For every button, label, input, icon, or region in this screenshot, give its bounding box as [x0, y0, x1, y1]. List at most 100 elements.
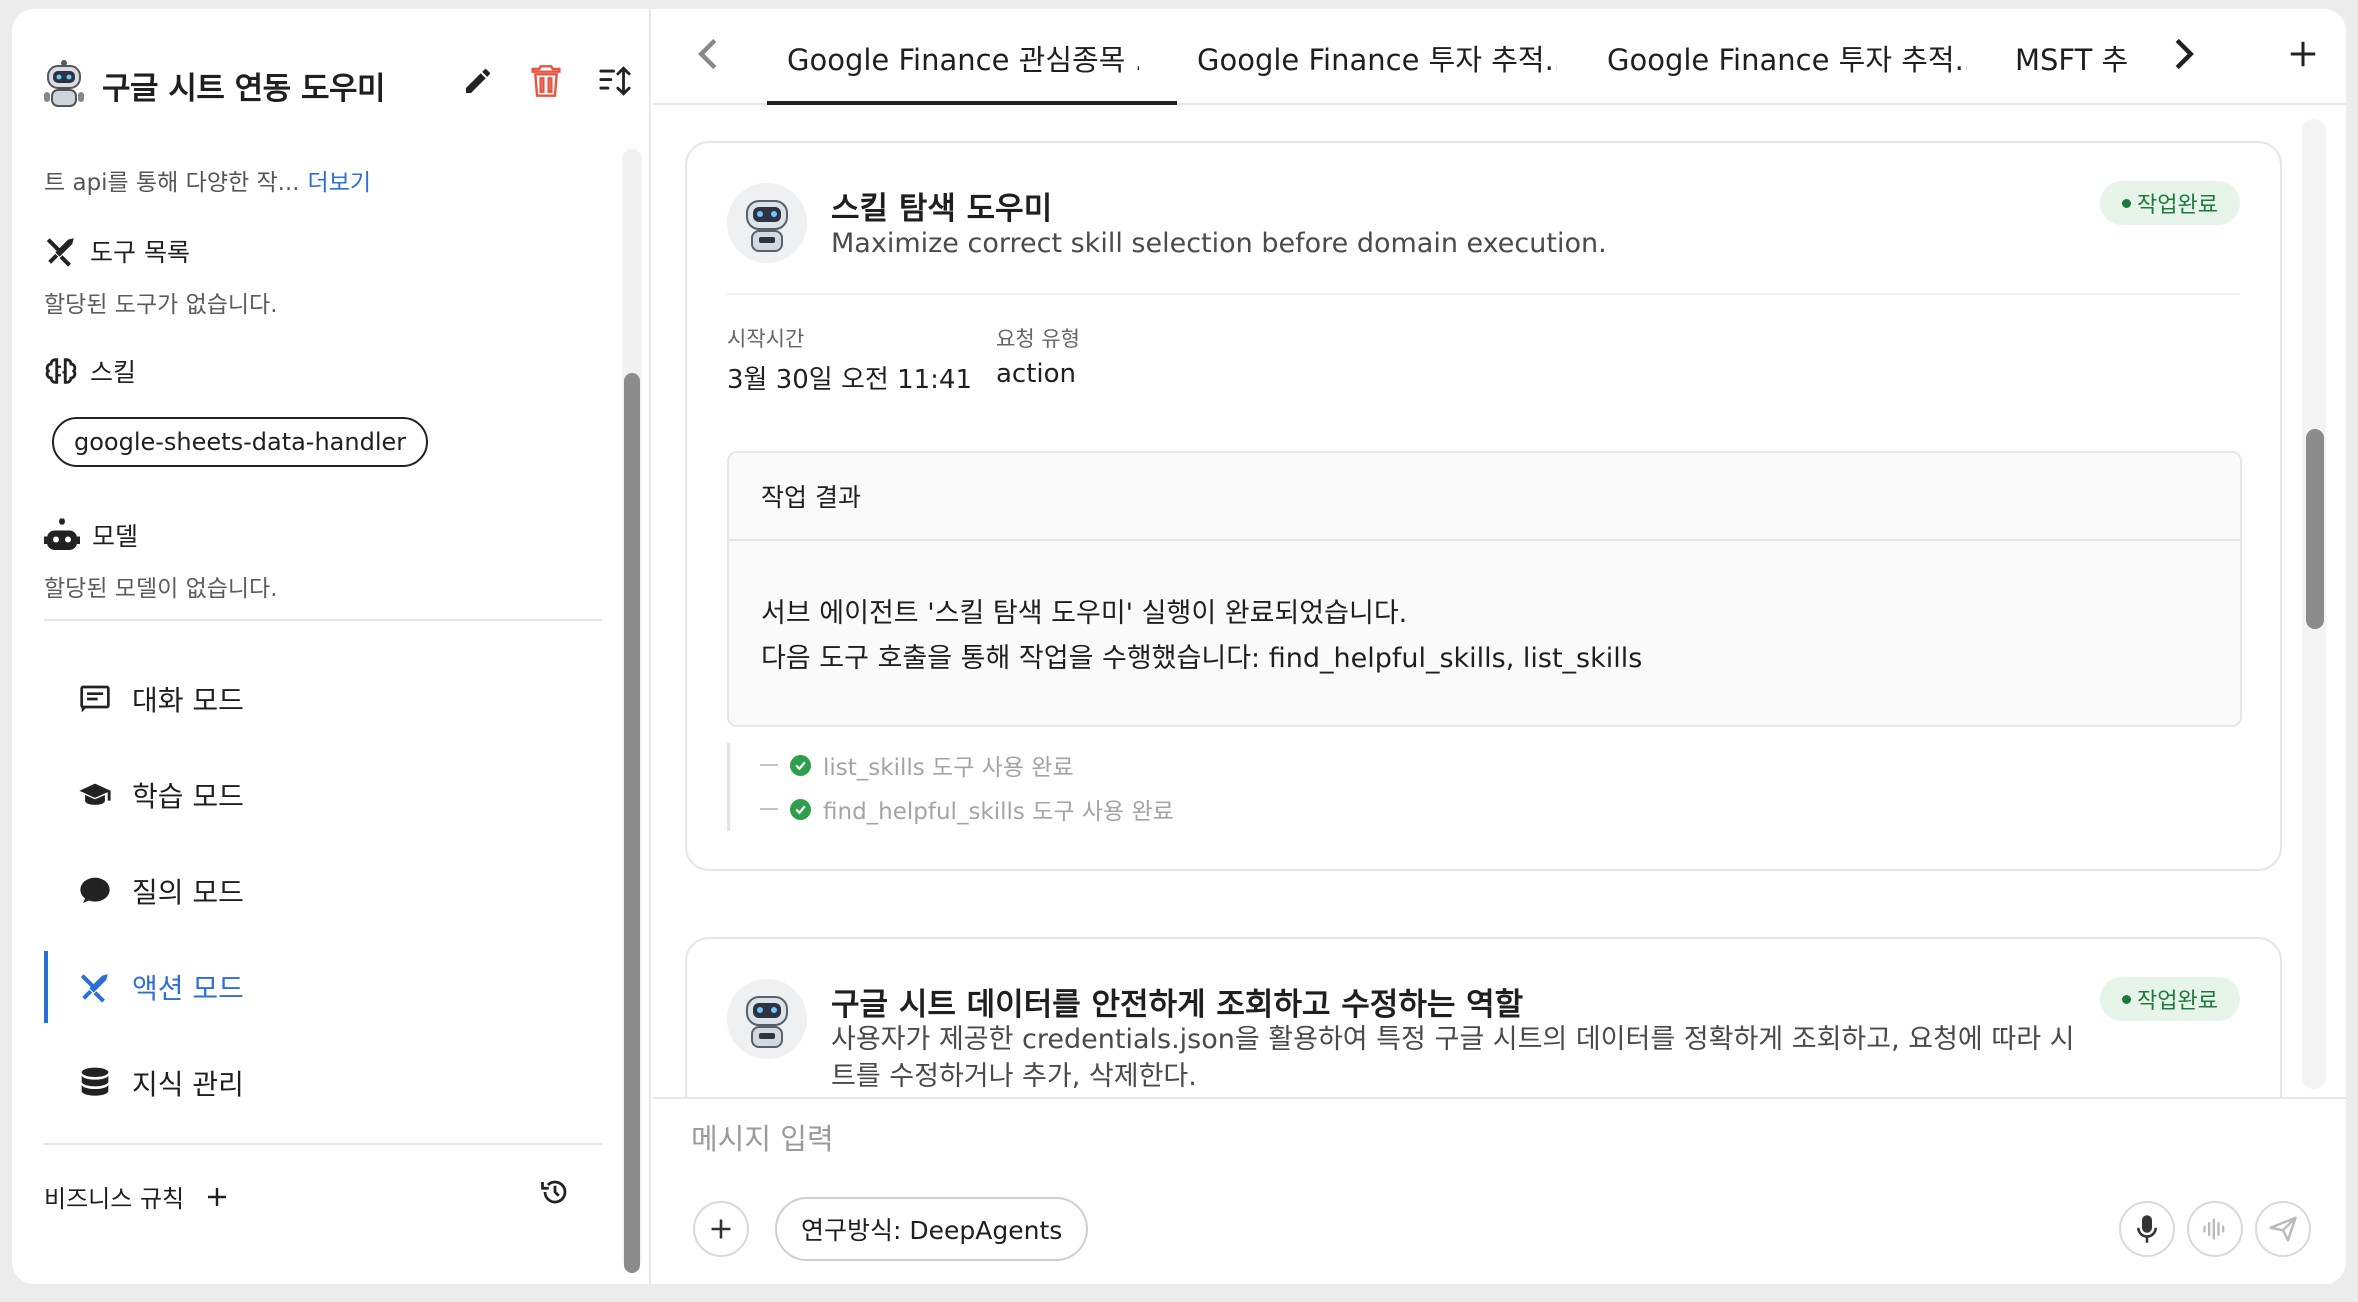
nav-label: 지식 관리 — [132, 1068, 244, 1101]
tool-log-text: find_helpful_skills 도구 사용 완료 — [823, 799, 1174, 825]
main-scrollbar-thumb[interactable] — [2306, 429, 2324, 629]
log-connector — [760, 764, 778, 766]
result-line: 서브 에이전트 '스킬 탐색 도우미' 실행이 완료되었습니다. — [761, 598, 1408, 629]
history-icon[interactable] — [540, 1177, 570, 1207]
tab-msft[interactable]: MSFT 추가 — [2015, 37, 2127, 81]
attach-button[interactable] — [693, 1201, 749, 1257]
sidebar-scrollbar-thumb[interactable] — [624, 373, 640, 1273]
tools-icon — [46, 238, 74, 267]
header-actions — [462, 63, 632, 99]
nav-label: 학습 모드 — [132, 780, 244, 813]
chevron-left-icon[interactable] — [695, 37, 721, 71]
graduation-cap-icon — [78, 778, 112, 812]
microphone-button[interactable] — [2119, 1201, 2175, 1257]
check-circle-icon — [790, 798, 811, 820]
tab-finance-tracker-2[interactable]: Google Finance 투자 추적... — [1607, 37, 1967, 81]
send-button[interactable] — [2255, 1201, 2311, 1257]
speech-bubble-icon — [78, 874, 112, 908]
app-window: 구글 시트 연동 도우미 트 api를 통해 다양한 작... 더보기 도구 목록… — [12, 9, 2346, 1284]
sidebar-scroll-area: 트 api를 통해 다양한 작... 더보기 도구 목록 할당된 도구가 없습니다… — [12, 149, 612, 1284]
edit-pencil-icon[interactable] — [462, 65, 494, 97]
message-input[interactable] — [691, 1113, 2271, 1165]
message-composer: 연구방식: DeepAgents — [653, 1097, 2346, 1284]
skills-section-header: 스킬 — [44, 353, 136, 389]
voice-wave-button[interactable] — [2187, 1201, 2243, 1257]
more-link[interactable]: 더보기 — [308, 170, 371, 196]
start-time-label: 시작시간 — [727, 327, 805, 351]
tool-log-text: list_skills 도구 사용 완료 — [823, 755, 1074, 781]
tools-icon — [78, 970, 112, 1004]
status-badge: 작업완료 — [2100, 977, 2240, 1021]
research-method-chip[interactable]: 연구방식: DeepAgents — [775, 1197, 1089, 1261]
conversation-content: 스킬 탐색 도우미 Maximize correct skill selecti… — [653, 107, 2346, 1097]
agent-title: 스킬 탐색 도우미 — [831, 191, 1053, 227]
active-tab-indicator — [767, 101, 1177, 105]
send-paper-plane-icon — [2269, 1216, 2297, 1242]
task-result-box: 작업 결과 서브 에이전트 '스킬 탐색 도우미' 실행이 완료되었습니다. 다… — [727, 451, 2242, 727]
business-rules-label: 비즈니스 규칙 — [44, 1185, 185, 1213]
models-section-header: 모델 — [44, 517, 138, 553]
request-type-label: 요청 유형 — [996, 327, 1080, 351]
sidebar-divider — [44, 619, 602, 621]
tool-usage-log: list_skills 도구 사용 완료 find_helpful_skills… — [727, 743, 1174, 831]
start-time-value: 3월 30일 오전 11:41 — [727, 365, 973, 395]
result-line: 다음 도구 호출을 통해 작업을 수행했습니다: find_helpful_sk… — [761, 643, 1643, 674]
tools-empty-text: 할당된 도구가 없습니다. — [44, 292, 278, 318]
tab-bar: Google Finance 관심종목 ... Google Finance 투… — [653, 9, 2346, 105]
sidebar-divider — [44, 1143, 602, 1145]
nav-knowledge-management[interactable]: 지식 관리 — [44, 1047, 584, 1119]
nav-learning-mode[interactable]: 학습 모드 — [44, 759, 584, 831]
delete-trash-icon[interactable] — [530, 63, 562, 99]
card-divider — [727, 293, 2240, 295]
description-text: 트 api를 통해 다양한 작... — [44, 170, 300, 196]
agent-description: Maximize correct skill selection before … — [831, 228, 1607, 259]
check-circle-icon — [790, 754, 811, 776]
chevron-right-icon[interactable] — [2171, 37, 2197, 71]
models-label: 모델 — [92, 522, 139, 551]
nav-label: 액션 모드 — [132, 972, 244, 1005]
status-badge: 작업완료 — [2100, 181, 2240, 225]
request-type-value: action — [996, 359, 1077, 389]
robot-avatar-icon — [727, 979, 807, 1059]
tools-section-header: 도구 목록 — [44, 233, 190, 269]
tab-finance-tracker-1[interactable]: Google Finance 투자 추적... — [1197, 37, 1557, 81]
tool-log-item: list_skills 도구 사용 완료 — [760, 743, 1174, 787]
nav-query-mode[interactable]: 질의 모드 — [44, 855, 584, 927]
agent-result-card: 스킬 탐색 도우미 Maximize correct skill selecti… — [685, 141, 2282, 871]
nav-label: 질의 모드 — [132, 876, 244, 909]
audio-wave-icon — [2203, 1218, 2225, 1240]
agent-title: 구글 시트 데이터를 안전하게 조회하고 수정하는 역할 — [831, 987, 1524, 1023]
task-result-body: 서브 에이전트 '스킬 탐색 도우미' 실행이 완료되었습니다. 다음 도구 호… — [729, 541, 2240, 681]
agent-result-card: 구글 시트 데이터를 안전하게 조회하고 수정하는 역할 사용자가 제공한 cr… — [685, 937, 2282, 1097]
plus-icon — [711, 1219, 731, 1239]
add-rule-plus-icon[interactable] — [206, 1186, 228, 1208]
microphone-icon — [2137, 1215, 2157, 1243]
skill-chip[interactable]: google-sheets-data-handler — [52, 417, 429, 467]
database-icon — [78, 1066, 112, 1100]
tab-finance-watchlist[interactable]: Google Finance 관심종목 ... — [787, 37, 1139, 81]
agent-description: 사용자가 제공한 credentials.json을 활용하여 특정 구글 시트… — [831, 1024, 2075, 1092]
robot-avatar-icon — [727, 183, 807, 263]
agent-description: 트 api를 통해 다양한 작... 더보기 — [44, 163, 371, 197]
status-dot-icon — [2122, 994, 2132, 1004]
log-connector — [760, 808, 778, 810]
status-text: 작업완료 — [2137, 193, 2218, 218]
robot-model-icon — [44, 518, 80, 550]
nav-action-mode[interactable]: 액션 모드 — [44, 951, 584, 1023]
main-panel: Google Finance 관심종목 ... Google Finance 투… — [653, 9, 2346, 1284]
business-rules: 비즈니스 규칙 — [44, 1179, 228, 1214]
nav-chat-mode[interactable]: 대화 모드 — [44, 663, 584, 735]
sidebar: 구글 시트 연동 도우미 트 api를 통해 다양한 작... 더보기 도구 목록… — [12, 9, 651, 1284]
agent-title: 구글 시트 연동 도우미 — [102, 70, 386, 107]
tool-log-item: find_helpful_skills 도구 사용 완료 — [760, 787, 1174, 831]
robot-avatar-icon — [44, 60, 84, 107]
nav-label: 대화 모드 — [132, 684, 244, 717]
add-tab-plus-icon[interactable] — [2288, 39, 2318, 69]
chat-icon — [78, 682, 112, 716]
tools-label: 도구 목록 — [90, 238, 190, 267]
status-dot-icon — [2122, 198, 2132, 208]
brain-icon — [45, 358, 77, 384]
models-empty-text: 할당된 모델이 없습니다. — [44, 576, 278, 602]
sort-icon[interactable] — [598, 65, 632, 97]
status-text: 작업완료 — [2137, 989, 2218, 1014]
